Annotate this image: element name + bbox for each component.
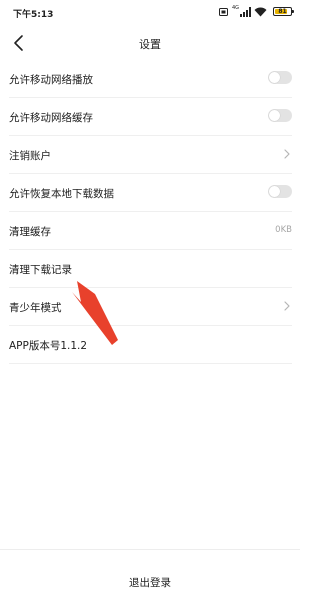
- setting-label: 允许移动网络缓存: [9, 112, 93, 124]
- restore-downloads-toggle[interactable]: [268, 185, 292, 198]
- battery-level: 81: [278, 8, 287, 15]
- chevron-right-icon: [284, 301, 290, 311]
- toggle-knob: [269, 110, 280, 121]
- setting-label: 注销账户: [9, 150, 51, 162]
- network-type-label: 4G: [232, 5, 240, 11]
- status-bar: 下午5:13 4G 81: [0, 0, 300, 24]
- status-time: 下午5:13: [13, 10, 54, 20]
- setting-teen-mode[interactable]: 青少年模式: [9, 288, 292, 326]
- setting-clear-cache[interactable]: 清理缓存 0KB: [9, 212, 292, 250]
- setting-restore-downloads[interactable]: 允许恢复本地下载数据: [9, 174, 292, 212]
- alarm-icon: [219, 8, 228, 16]
- setting-clear-download-history[interactable]: 清理下载记录: [9, 250, 292, 288]
- setting-label: 清理下载记录: [9, 264, 72, 276]
- mobile-play-toggle[interactable]: [268, 71, 292, 84]
- setting-label: 允许恢复本地下载数据: [9, 188, 114, 200]
- setting-label: 允许移动网络播放: [9, 74, 93, 86]
- page-title: 设置: [139, 38, 161, 51]
- app-version-label: APP版本号1.1.2: [9, 340, 88, 352]
- setting-mobile-play[interactable]: 允许移动网络播放: [9, 60, 292, 98]
- setting-delete-account[interactable]: 注销账户: [9, 136, 292, 174]
- header: 设置: [0, 26, 300, 60]
- settings-list: 允许移动网络播放 允许移动网络缓存 注销账户 允许恢复本地下载数据 清理缓存 0…: [9, 60, 292, 364]
- setting-app-version: APP版本号1.1.2: [9, 326, 292, 364]
- toggle-knob: [269, 72, 280, 83]
- signal-icon: [240, 7, 251, 17]
- setting-label: 清理缓存: [9, 226, 51, 238]
- status-icons: 4G 81: [218, 5, 294, 18]
- battery-icon: 81: [273, 7, 294, 16]
- cache-size-value: 0KB: [275, 225, 292, 235]
- mobile-cache-toggle[interactable]: [268, 109, 292, 122]
- battery-cap: [292, 10, 294, 13]
- logout-label: 退出登录: [129, 577, 171, 589]
- setting-mobile-cache[interactable]: 允许移动网络缓存: [9, 98, 292, 136]
- wifi-icon: [254, 7, 267, 17]
- logout-button[interactable]: 退出登录: [0, 550, 300, 612]
- chevron-right-icon: [284, 149, 290, 159]
- setting-label: 青少年模式: [9, 302, 62, 314]
- toggle-knob: [269, 186, 280, 197]
